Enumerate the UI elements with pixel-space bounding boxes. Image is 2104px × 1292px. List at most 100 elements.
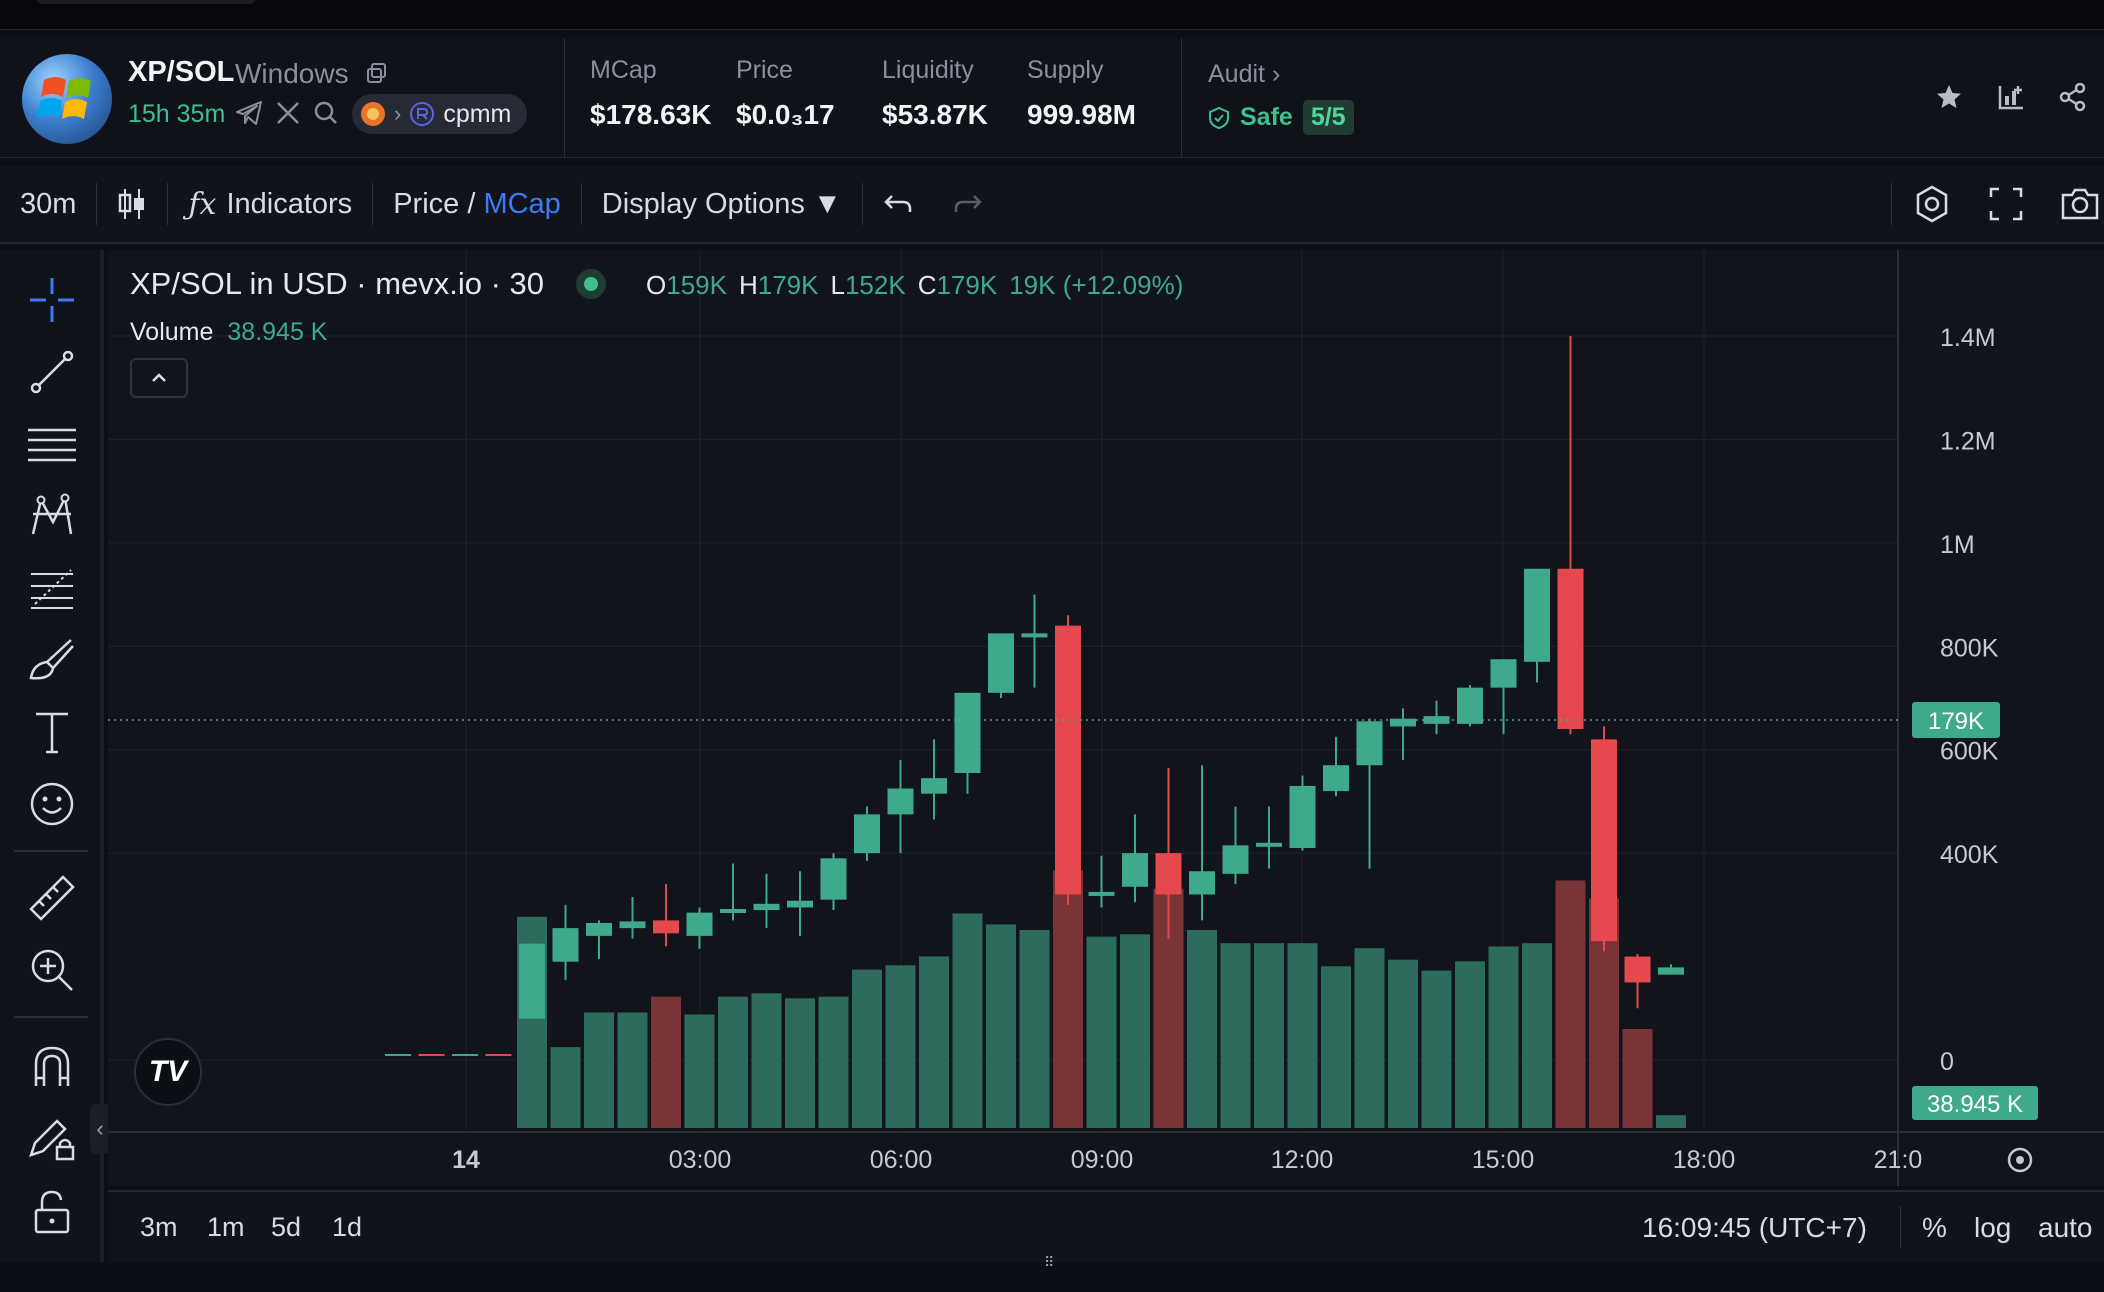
- search-icon[interactable]: [313, 100, 339, 126]
- chart-compare-icon[interactable]: [1996, 82, 2026, 112]
- lock-drawing-tool[interactable]: [26, 1112, 78, 1164]
- volume-legend: Volume 38.945 K: [130, 318, 328, 346]
- log-scale-toggle[interactable]: log: [1974, 1212, 2011, 1244]
- volume-bar: [1321, 966, 1351, 1128]
- shield-check-icon: [1209, 106, 1229, 129]
- range-3m[interactable]: 3m: [140, 1212, 178, 1243]
- price-chart[interactable]: 1.4M 1.2M 1M 800K 600K 400K 0 14 03:00 06:00 09:00…: [108, 250, 2104, 1186]
- zoom-tool[interactable]: [26, 944, 78, 996]
- screenshot-button[interactable]: [2060, 186, 2100, 222]
- legend-collapse-button[interactable]: [130, 358, 188, 398]
- candle-body: [552, 928, 579, 962]
- volume-bar: [1388, 959, 1418, 1128]
- magnet-tool[interactable]: [26, 1040, 78, 1092]
- display-options-dropdown[interactable]: Display Options ▼: [602, 188, 842, 221]
- pencil-lock-icon: [29, 1119, 75, 1161]
- candle-body: [820, 858, 847, 900]
- indicators-label: Indicators: [226, 187, 353, 220]
- divider: [372, 183, 374, 225]
- volume-bar: [1622, 1029, 1653, 1128]
- candle-body: [686, 912, 713, 936]
- range-5d[interactable]: 5d: [271, 1212, 301, 1243]
- text-tool[interactable]: [26, 706, 78, 758]
- candle-body: [1323, 765, 1349, 792]
- candle-body: [720, 908, 746, 913]
- x-tick-label: 03:00: [669, 1146, 732, 1174]
- volume-bar: [1254, 943, 1284, 1128]
- candle-body: [854, 814, 880, 854]
- range-1m[interactable]: 1m: [207, 1212, 245, 1243]
- indicators-button[interactable]: ƒx Indicators: [188, 187, 352, 222]
- volume-bar: [1019, 930, 1050, 1128]
- horizontal-lines-tool[interactable]: [26, 418, 78, 470]
- divider: [564, 38, 565, 158]
- candlestick-chart-svg[interactable]: 1.4M 1.2M 1M 800K 600K 400K 0 14 03:00 06:00 09:00…: [108, 250, 2104, 1186]
- candle-body: [1591, 739, 1617, 942]
- interval-selector[interactable]: 30m: [20, 188, 76, 221]
- audit-link[interactable]: Audit ›: [1208, 60, 1280, 89]
- fullscreen-button[interactable]: [1988, 186, 2024, 222]
- chart-legend: XP/SOL in USD · mevx.io · 30: [130, 266, 607, 302]
- auto-scale-toggle[interactable]: auto: [2038, 1212, 2093, 1244]
- audit-status: Safe 5/5: [1208, 100, 1354, 135]
- brush-tool[interactable]: [26, 634, 78, 686]
- token-pair: XP/SOL: [128, 56, 235, 88]
- stat-liquidity: Liquidity $53.87K: [882, 56, 988, 130]
- y-tick-label: 1.4M: [1940, 324, 1996, 352]
- top-tab-pill[interactable]: [36, 0, 256, 4]
- dex-pill[interactable]: › cpmm: [352, 94, 528, 134]
- price-mcap-toggle[interactable]: Price / MCap: [393, 188, 561, 221]
- volume-bar: [1488, 946, 1519, 1128]
- pattern-icon: [31, 493, 73, 535]
- volume-bar: [1656, 1115, 1686, 1128]
- crosshair-tool[interactable]: [26, 274, 78, 326]
- divider: [861, 183, 863, 225]
- axis-settings-icon: [2016, 1156, 2024, 1164]
- fib-tool[interactable]: [26, 562, 78, 614]
- volume-bar: [718, 996, 748, 1128]
- trendline-tool[interactable]: [26, 346, 78, 398]
- share-icon[interactable]: [2058, 82, 2088, 112]
- settings-gear-icon: [1916, 185, 1948, 223]
- candle-body: [1457, 687, 1483, 724]
- ruler-tool[interactable]: [26, 872, 78, 924]
- y-tick-label: 1.2M: [1940, 427, 1996, 455]
- star-icon[interactable]: [1934, 82, 1964, 112]
- resize-grip-icon[interactable]: ⠿: [1044, 1254, 1070, 1270]
- candle-body: [1624, 956, 1651, 983]
- y-tick-label: 1M: [1940, 531, 1975, 559]
- volume-bar: [1220, 943, 1251, 1128]
- chart-toolbar: 30m ƒx Indicators Price / MCap Display O…: [0, 166, 2104, 244]
- volume-bar: [1287, 943, 1318, 1128]
- candle-body: [1122, 853, 1148, 887]
- camera-icon: [2061, 188, 2099, 220]
- pattern-tool[interactable]: [26, 490, 78, 542]
- lock-tool[interactable]: [26, 1186, 78, 1238]
- candle-body: [1055, 625, 1081, 895]
- range-1d[interactable]: 1d: [332, 1212, 362, 1243]
- brush-icon: [29, 639, 74, 680]
- tradingview-logo[interactable]: TV: [134, 1038, 202, 1106]
- candle-body: [1021, 633, 1048, 638]
- copy-icon[interactable]: [366, 62, 388, 84]
- percent-scale-toggle[interactable]: %: [1922, 1212, 1947, 1244]
- chart-title: XP/SOL in USD · mevx.io · 30: [130, 266, 545, 301]
- volume-bar: [986, 924, 1016, 1128]
- telegram-icon[interactable]: [235, 100, 263, 126]
- volume-bar: [617, 1012, 648, 1128]
- collapse-toolbar-button[interactable]: ‹: [90, 1104, 110, 1154]
- redo-button[interactable]: [953, 192, 983, 216]
- candle-body: [921, 778, 947, 794]
- chart-clock[interactable]: 16:09:45 (UTC+7): [1642, 1212, 1867, 1244]
- settings-button[interactable]: [1912, 184, 1952, 224]
- smiley-icon: [30, 782, 74, 826]
- undo-button[interactable]: [883, 192, 913, 216]
- divider: [14, 850, 88, 852]
- volume-bar: [1455, 961, 1485, 1128]
- candle-body: [988, 633, 1014, 693]
- emoji-tool[interactable]: [26, 778, 78, 830]
- chart-bottom-bar: 3m 1m 5d 1d 16:09:45 (UTC+7) % log auto: [108, 1190, 2104, 1262]
- x-twitter-icon[interactable]: [275, 100, 301, 126]
- volume-bar: [550, 1047, 581, 1128]
- candle-type-button[interactable]: [117, 187, 147, 221]
